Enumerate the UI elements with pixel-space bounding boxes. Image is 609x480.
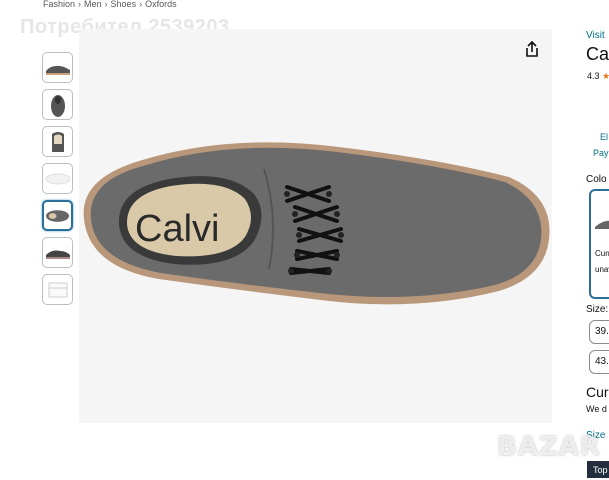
thumb-front-view[interactable] bbox=[42, 89, 73, 120]
thumb-side-view[interactable] bbox=[42, 52, 73, 83]
eligible-link[interactable]: El bbox=[600, 132, 608, 142]
thumb-box-view[interactable] bbox=[42, 274, 73, 305]
thumb-top-view[interactable] bbox=[42, 200, 73, 231]
rating-value: 4.3 bbox=[587, 71, 600, 81]
share-icon[interactable] bbox=[523, 40, 541, 58]
main-product-image[interactable]: Calvi bbox=[79, 29, 552, 423]
payment-link[interactable]: Pay bbox=[593, 148, 609, 158]
star-icon: ★ bbox=[602, 71, 609, 81]
back-to-top-button[interactable]: Top bbox=[587, 461, 609, 478]
swatch-status-line2: unav bbox=[595, 265, 609, 274]
insole-brand-text: Calvi bbox=[135, 208, 219, 250]
thumb-sole-view[interactable] bbox=[42, 163, 73, 194]
visit-store-link[interactable]: Visit bbox=[586, 30, 605, 41]
swatch-status-line1: Curr bbox=[595, 249, 609, 258]
shoe-top-view-illustration: Calvi bbox=[83, 142, 550, 305]
product-rating[interactable]: 4.3 ★ bbox=[587, 71, 609, 82]
breadcrumb-men[interactable]: Men bbox=[84, 0, 102, 9]
product-title: Cal bbox=[586, 44, 609, 64]
breadcrumb: Fashion › Men › Shoes › Oxfords bbox=[43, 0, 177, 10]
availability-subtext: We d bbox=[586, 404, 607, 414]
size-option-43[interactable]: 43. bbox=[589, 350, 609, 374]
breadcrumb-fashion[interactable]: Fashion bbox=[43, 0, 75, 9]
breadcrumb-separator: › bbox=[78, 0, 82, 9]
breadcrumb-oxfords[interactable]: Oxfords bbox=[145, 0, 177, 9]
thumbnail-strip bbox=[42, 52, 74, 311]
breadcrumb-shoes[interactable]: Shoes bbox=[111, 0, 137, 9]
breadcrumb-separator: › bbox=[104, 0, 108, 9]
color-label: Colo bbox=[586, 174, 607, 185]
thumb-back-view[interactable] bbox=[42, 126, 73, 157]
color-swatch-selected[interactable]: Curr unav bbox=[589, 189, 609, 299]
size-label: Size: bbox=[586, 304, 609, 315]
breadcrumb-separator: › bbox=[139, 0, 143, 9]
swatch-shoe-image bbox=[595, 220, 609, 229]
availability-title: Curr bbox=[586, 384, 609, 400]
size-option-39[interactable]: 39. bbox=[589, 320, 609, 344]
bazar-watermark-logo: BAZAR bbox=[497, 432, 601, 462]
thumb-pair-view[interactable] bbox=[42, 237, 73, 268]
